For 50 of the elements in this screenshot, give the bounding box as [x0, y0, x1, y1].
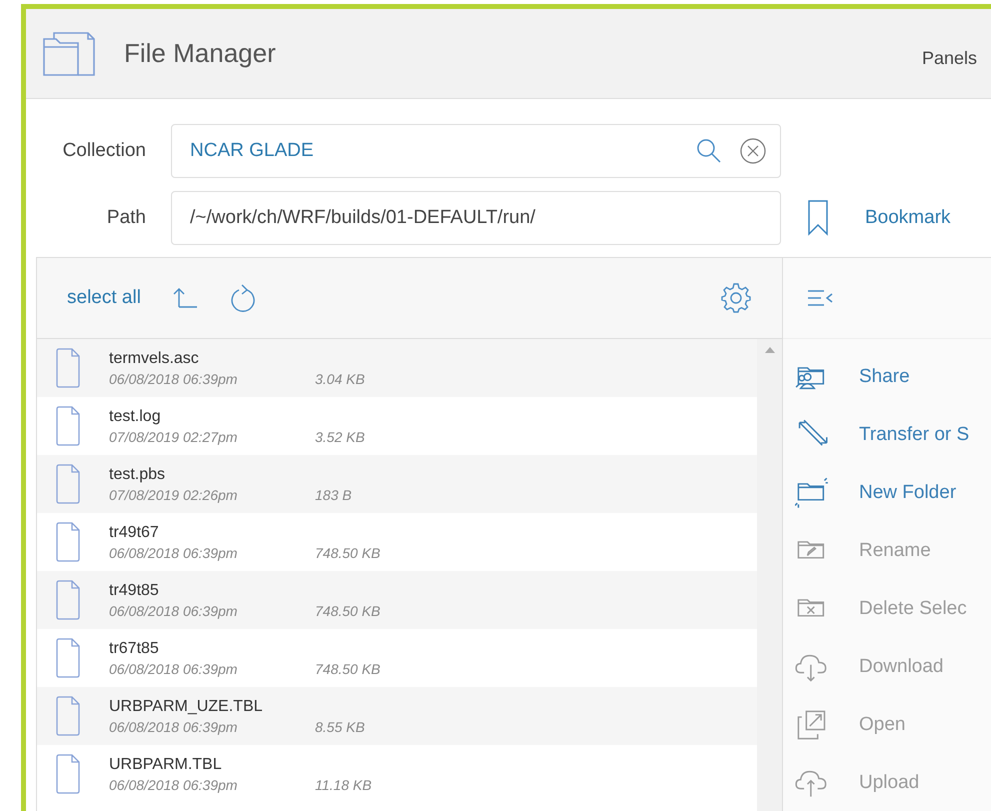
action-item[interactable]: New Folder	[783, 464, 991, 522]
file-size: 11.18 KB	[315, 776, 372, 792]
file-size: 748.50 KB	[315, 602, 380, 618]
file-name[interactable]: test.log	[109, 408, 365, 426]
file-date: 06/08/2018 06:39pm	[109, 370, 238, 386]
file-name[interactable]: URBPARM.TBL	[109, 756, 372, 774]
search-icon[interactable]	[696, 138, 722, 164]
file-icon	[55, 522, 81, 562]
path-label: Path	[106, 207, 146, 229]
file-size: 748.50 KB	[315, 544, 380, 560]
file-name[interactable]: termvels.asc	[109, 350, 365, 368]
panels-menu[interactable]: Panels	[922, 48, 977, 69]
collection-field[interactable]: NCAR GLADE	[171, 124, 781, 178]
select-all-link[interactable]: select all	[67, 287, 141, 309]
bookmark-icon[interactable]	[807, 200, 829, 236]
file-date: 06/08/2018 06:39pm	[109, 776, 238, 792]
file-name[interactable]: tr67t85	[109, 640, 380, 658]
file-name[interactable]: test.pbs	[109, 466, 352, 484]
file-size: 3.04 KB	[315, 370, 365, 386]
file-date: 07/08/2019 02:27pm	[109, 428, 238, 444]
file-icon	[55, 696, 81, 736]
collection-label: Collection	[62, 140, 146, 162]
action-item[interactable]: Share	[783, 348, 991, 406]
file-date: 07/08/2019 02:26pm	[109, 486, 238, 502]
file-size: 8.55 KB	[315, 718, 365, 734]
file-size: 183 B	[315, 486, 352, 502]
refresh-icon[interactable]	[228, 283, 257, 313]
path-field[interactable]: /~/work/ch/WRF/builds/01-DEFAULT/run/	[171, 191, 781, 245]
file-icon	[55, 348, 81, 388]
scroll-up-icon[interactable]	[764, 347, 774, 353]
file-name[interactable]: tr49t67	[109, 524, 380, 542]
file-icon	[55, 580, 81, 620]
action-item[interactable]: Transfer or S	[783, 406, 991, 464]
app-title: File Manager	[124, 38, 276, 69]
clear-icon[interactable]	[740, 138, 766, 164]
file-date: 06/08/2018 06:39pm	[109, 718, 238, 734]
file-date: 06/08/2018 06:39pm	[109, 602, 238, 618]
file-date: 06/08/2018 06:39pm	[109, 544, 238, 560]
file-icon	[55, 638, 81, 678]
file-name[interactable]: tr49t85	[109, 582, 380, 600]
file-icon	[55, 754, 81, 794]
file-icon	[55, 464, 81, 504]
file-icon	[55, 406, 81, 446]
new-folder-icon	[795, 476, 829, 510]
file-size: 748.50 KB	[315, 660, 380, 676]
bookmark-link[interactable]: Bookmark	[865, 207, 951, 229]
file-name[interactable]: URBPARM_UZE.TBL	[109, 698, 365, 716]
file-size: 3.52 KB	[315, 428, 365, 444]
settings-icon[interactable]	[720, 282, 752, 314]
file-date: 06/08/2018 06:39pm	[109, 660, 238, 676]
